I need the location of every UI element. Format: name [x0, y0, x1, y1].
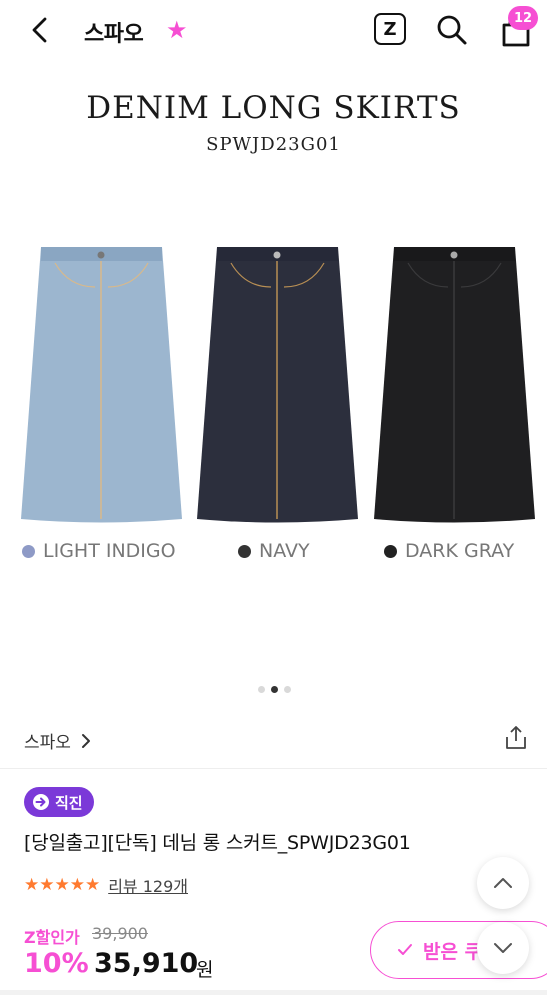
- check-icon: [398, 944, 412, 955]
- back-button[interactable]: [22, 12, 58, 48]
- share-icon: [506, 726, 526, 749]
- skirt-dark-gray-image: [374, 247, 535, 523]
- swatch-navy: NAVY: [238, 540, 310, 562]
- brand-link[interactable]: 스파오: [24, 728, 91, 753]
- chevron-right-icon: [81, 733, 90, 748]
- color-dot: [384, 544, 397, 558]
- favorite-star-icon[interactable]: ★: [166, 16, 188, 44]
- pager-dot-active[interactable]: [271, 686, 278, 693]
- search-button[interactable]: [434, 12, 470, 48]
- product-image-carousel[interactable]: DENIM LONG SKIRTS SPWJD23G01 LIGHT INDIG…: [0, 62, 547, 702]
- swatch-label: DARK GRAY: [405, 540, 515, 562]
- swatch-light-indigo: LIGHT INDIGO: [22, 540, 176, 562]
- scroll-up-button[interactable]: [477, 857, 529, 909]
- review-count-link[interactable]: 리뷰 129개: [108, 873, 188, 897]
- skirt-navy-image: [197, 247, 358, 523]
- search-icon: [437, 15, 467, 45]
- rating-row: ★★★★★ 리뷰 129개: [24, 873, 188, 897]
- discount-rate: 10%: [24, 948, 89, 979]
- color-dot: [238, 544, 251, 558]
- arrow-circle-icon: [33, 794, 49, 810]
- image-product-code: SPWJD23G01: [206, 134, 341, 155]
- bottom-edge: [0, 990, 547, 995]
- store-title[interactable]: 스파오: [84, 16, 144, 48]
- swatch-label: LIGHT INDIGO: [43, 540, 176, 562]
- coupon-label: 받은 쿠: [423, 940, 483, 963]
- color-dot: [22, 544, 35, 558]
- section-divider: [0, 768, 547, 769]
- z-button[interactable]: Z: [374, 13, 406, 45]
- skirt-light-indigo-image: [21, 247, 182, 523]
- top-bar: 스파오 ★ Z 12: [0, 0, 547, 62]
- cart-count-badge: 12: [508, 6, 538, 30]
- carousel-pager: [258, 686, 291, 693]
- sale-price: 35,910: [94, 948, 199, 979]
- original-price: 39,900: [92, 924, 148, 943]
- direct-delivery-tag: 직진: [24, 787, 94, 817]
- pager-dot[interactable]: [258, 686, 265, 693]
- tag-label: 직진: [55, 793, 83, 812]
- pager-dot[interactable]: [284, 686, 291, 693]
- brand-link-label: 스파오: [24, 733, 71, 753]
- swatch-dark-gray: DARK GRAY: [384, 540, 514, 562]
- currency-label: 원: [196, 959, 214, 981]
- chevron-up-icon: [494, 878, 512, 888]
- chevron-left-icon: [32, 17, 47, 43]
- swatch-label: NAVY: [259, 540, 310, 562]
- scroll-down-button[interactable]: [477, 922, 529, 974]
- z-discount-label: Z할인가: [24, 928, 80, 947]
- share-button[interactable]: [502, 724, 530, 752]
- image-title: DENIM LONG SKIRTS: [86, 90, 461, 126]
- chevron-down-icon: [494, 943, 512, 953]
- product-name: [당일출고][단독] 데님 롱 스커트_SPWJD23G01: [24, 832, 411, 854]
- star-rating-icon: ★★★★★: [24, 875, 101, 895]
